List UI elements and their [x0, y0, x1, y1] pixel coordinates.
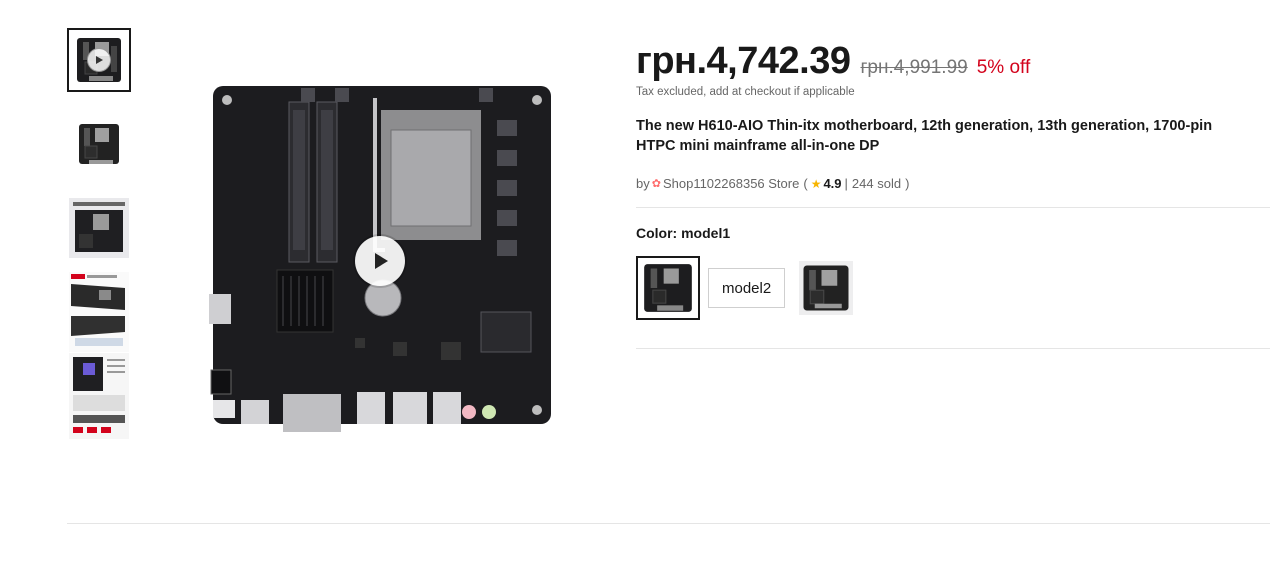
paren-open: ( — [803, 176, 808, 191]
thumbnail-angle-photos[interactable] — [67, 272, 131, 352]
detail-sheet-thumbnail-image — [69, 353, 129, 439]
play-video-button[interactable] — [355, 236, 405, 286]
product-title: The new H610-AIO Thin-itx motherboard, 1… — [636, 118, 1213, 154]
star-icon: ★ — [810, 176, 822, 191]
model3-thumbnail-image — [799, 261, 854, 315]
separator: | — [844, 176, 848, 191]
product-page: грн.4,742.39 грн.4,991.99 5% off Tax exc… — [0, 0, 1270, 571]
thumbnail-spec-sheet[interactable] — [67, 196, 131, 260]
variant-option-model1[interactable] — [636, 256, 700, 320]
sold-count: 244 sold — [851, 176, 902, 191]
play-icon — [375, 253, 388, 269]
thumbnail-video[interactable] — [67, 28, 131, 92]
by-label: by — [636, 176, 650, 191]
variant-option-model3[interactable] — [797, 259, 855, 317]
tax-note: Tax excluded, add at checkout if applica… — [636, 86, 855, 98]
motherboard-thumbnail-image — [79, 124, 119, 164]
store-icon: ✿ — [651, 178, 661, 190]
price-row: грн.4,742.39 грн.4,991.99 5% off — [636, 40, 1270, 86]
spec-sheet-thumbnail-image — [69, 198, 129, 258]
divider — [67, 523, 1270, 524]
paren-close: ) — [905, 176, 910, 191]
variant-options: model2 — [636, 256, 863, 320]
store-info: by ✿ Shop1102268356 Store ( ★ 4.9 | 244 … — [636, 176, 1270, 191]
thumbnail-detail-sheet[interactable] — [67, 353, 131, 439]
divider — [636, 207, 1270, 208]
thumbnail-board-top[interactable] — [67, 112, 131, 176]
divider — [636, 348, 1270, 349]
model1-thumbnail-image — [644, 264, 692, 312]
store-rating: 4.9 — [823, 176, 842, 191]
variant-label: Color: model1 — [636, 225, 731, 241]
current-price: грн.4,742.39 — [636, 40, 851, 82]
store-link[interactable]: Shop1102268356 Store — [663, 176, 799, 191]
play-icon — [87, 48, 111, 72]
angle-photos-thumbnail-image — [69, 272, 129, 352]
thumbnail-list — [67, 28, 133, 448]
original-price: грн.4,991.99 — [860, 57, 968, 78]
variant-option-model2[interactable]: model2 — [708, 268, 786, 308]
product-info: грн.4,742.39 грн.4,991.99 5% off Tax exc… — [636, 40, 1270, 191]
discount-badge: 5% off — [976, 57, 1031, 78]
